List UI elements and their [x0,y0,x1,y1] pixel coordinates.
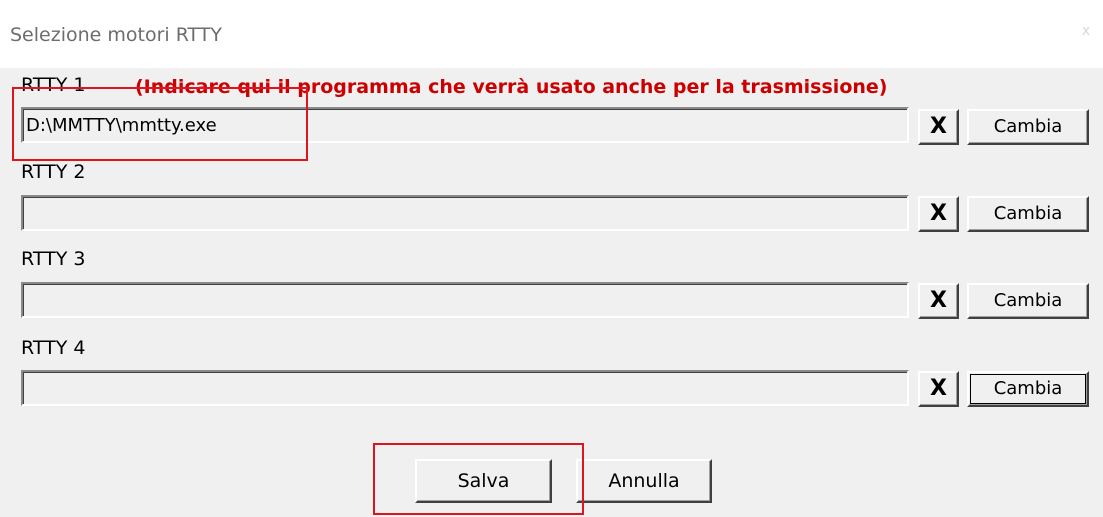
rtty2-clear-button[interactable]: X [918,196,959,232]
rtty3-label: RTTY 3 [21,248,86,270]
annotation-highlight-path [12,87,308,161]
rtty4-label: RTTY 4 [21,337,86,359]
rtty4-path-field[interactable] [21,370,909,406]
cancel-button[interactable]: Annulla [576,459,712,503]
rtty1-change-button[interactable]: Cambia [967,109,1089,145]
close-icon[interactable]: x [1069,14,1103,48]
rtty2-label: RTTY 2 [21,161,86,183]
rtty3-change-button[interactable]: Cambia [967,283,1089,319]
title-bar: Selezione motori RTTY x [0,0,1103,68]
rtty3-path-field[interactable] [21,282,909,318]
rtty2-path-field[interactable] [21,195,909,231]
window-title: Selezione motori RTTY [10,24,223,46]
rtty1-clear-button[interactable]: X [918,109,959,145]
rtty2-change-button[interactable]: Cambia [967,196,1089,232]
rtty4-clear-button[interactable]: X [918,371,959,407]
annotation-highlight-save [373,443,584,515]
rtty4-change-button[interactable]: Cambia [967,371,1089,407]
rtty3-clear-button[interactable]: X [918,283,959,319]
